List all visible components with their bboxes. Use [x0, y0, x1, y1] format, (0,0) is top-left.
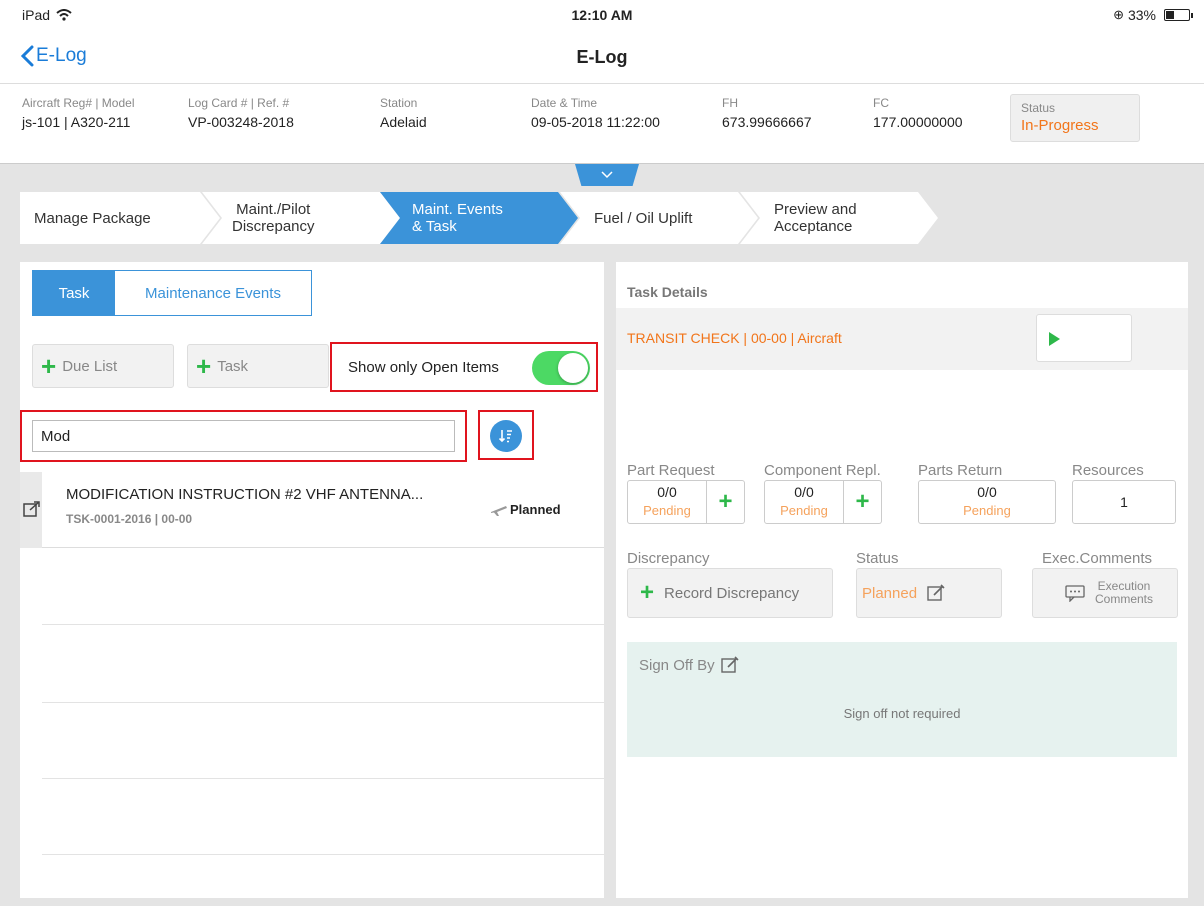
part-request-label: Part Request	[627, 462, 715, 479]
battery-percent: 33%	[1127, 7, 1156, 23]
station-info: Station Adelaid	[380, 96, 427, 130]
play-icon	[1049, 332, 1060, 346]
plus-icon: +	[640, 579, 655, 606]
resources-label: Resources	[1072, 462, 1144, 479]
start-task-button[interactable]	[1036, 314, 1132, 362]
plus-icon: +	[41, 351, 57, 381]
add-task-button[interactable]: + Task	[187, 344, 329, 388]
sign-off-message: Sign off not required	[843, 706, 961, 721]
parts-return-count[interactable]: 0/0 Pending	[918, 480, 1056, 524]
task-subtitle: TSK-0001-2016 | 00-00	[66, 512, 193, 526]
execution-comments-button[interactable]: Execution Comments	[1032, 568, 1178, 618]
sort-button[interactable]	[490, 420, 522, 452]
sign-off-section: Sign Off By Sign off not required	[627, 642, 1177, 757]
status-badge: Status In-Progress	[1010, 94, 1140, 142]
add-due-list-button[interactable]: + Due List	[32, 344, 174, 388]
step-fuel-oil-uplift[interactable]: Fuel / Oil Uplift	[560, 192, 758, 244]
status-label: Status	[856, 550, 899, 567]
navigation-bar: E-Log E-Log	[0, 32, 1204, 84]
task-title: MODIFICATION INSTRUCTION #2 VHF ANTENNA.…	[66, 486, 424, 503]
list-divider	[42, 702, 604, 703]
task-status: Planned	[490, 502, 561, 517]
task-header-bar: TRANSIT CHECK | 00-00 | Aircraft	[616, 308, 1188, 370]
list-divider	[42, 778, 604, 779]
flight-hours-info: FH 673.99666667	[722, 96, 812, 130]
comment-icon	[1065, 585, 1085, 602]
status-edit-button[interactable]: Planned	[856, 568, 1002, 618]
datetime-info: Date & Time 09-05-2018 11:22:00	[531, 96, 660, 130]
step-preview-acceptance[interactable]: Preview and Acceptance	[740, 192, 938, 244]
edit-icon[interactable]	[720, 656, 739, 674]
component-repl-count[interactable]: 0/0 Pending	[764, 480, 844, 524]
open-external-icon[interactable]	[23, 500, 41, 518]
plus-icon: +	[718, 488, 733, 515]
discrepancy-label: Discrepancy	[627, 550, 710, 567]
task-list-item[interactable]: MODIFICATION INSTRUCTION #2 VHF ANTENNA.…	[20, 472, 604, 548]
collapse-header-button[interactable]	[575, 164, 639, 186]
record-discrepancy-button[interactable]: + Record Discrepancy	[627, 568, 833, 618]
plus-icon: +	[196, 351, 212, 381]
step-maint-events-task[interactable]: Maint. Events & Task	[380, 192, 578, 244]
task-details-panel: Task Details TRANSIT CHECK | 00-00 | Air…	[616, 262, 1188, 898]
open-items-filter: Show only Open Items	[330, 342, 598, 392]
parts-return-label: Parts Return	[918, 462, 1003, 479]
workflow-stepper: Manage Package Maint./Pilot Discrepancy M…	[20, 192, 940, 244]
list-divider	[42, 624, 604, 625]
status-bar: iPad 12:10 AM ⊕ 33%	[0, 0, 1204, 32]
log-card-info: Log Card # | Ref. # VP-003248-2018	[188, 96, 294, 130]
plus-icon: +	[855, 488, 870, 515]
tab-task[interactable]: Task	[33, 271, 115, 315]
segmented-control: Task Maintenance Events	[32, 270, 312, 316]
sort-container	[478, 410, 534, 460]
resources-count[interactable]: 1	[1072, 480, 1176, 524]
search-container	[20, 410, 467, 462]
aircraft-info: Aircraft Reg# | Model js-101 | A320-211	[22, 96, 135, 130]
open-items-toggle[interactable]	[532, 351, 590, 385]
tab-maintenance-events[interactable]: Maintenance Events	[115, 271, 311, 315]
part-request-count[interactable]: 0/0 Pending	[627, 480, 707, 524]
exec-comments-label: Exec.Comments	[1042, 550, 1153, 567]
rotation-lock-icon: ⊕	[1113, 7, 1124, 22]
chevron-down-icon	[601, 171, 613, 179]
page-title: E-Log	[576, 47, 628, 67]
task-details-title: Task Details	[627, 284, 708, 300]
airplane-icon	[491, 505, 507, 516]
clock: 12:10 AM	[571, 7, 633, 23]
step-maint-pilot-discrepancy[interactable]: Maint./Pilot Discrepancy	[202, 192, 400, 244]
sign-off-label: Sign Off By	[639, 656, 715, 674]
component-repl-label: Component Repl.	[764, 462, 881, 479]
list-divider	[42, 854, 604, 855]
add-part-request-button[interactable]: +	[707, 480, 745, 524]
battery-icon	[1164, 9, 1193, 21]
task-name: TRANSIT CHECK | 00-00 | Aircraft	[627, 330, 842, 346]
sort-icon	[498, 430, 512, 443]
step-manage-package[interactable]: Manage Package	[20, 192, 220, 244]
task-list-panel: Task Maintenance Events + Due List + Tas…	[20, 262, 604, 898]
search-input[interactable]	[32, 420, 455, 452]
flight-cycles-info: FC 177.00000000	[873, 96, 963, 130]
add-component-repl-button[interactable]: +	[844, 480, 882, 524]
edit-icon	[927, 584, 945, 601]
